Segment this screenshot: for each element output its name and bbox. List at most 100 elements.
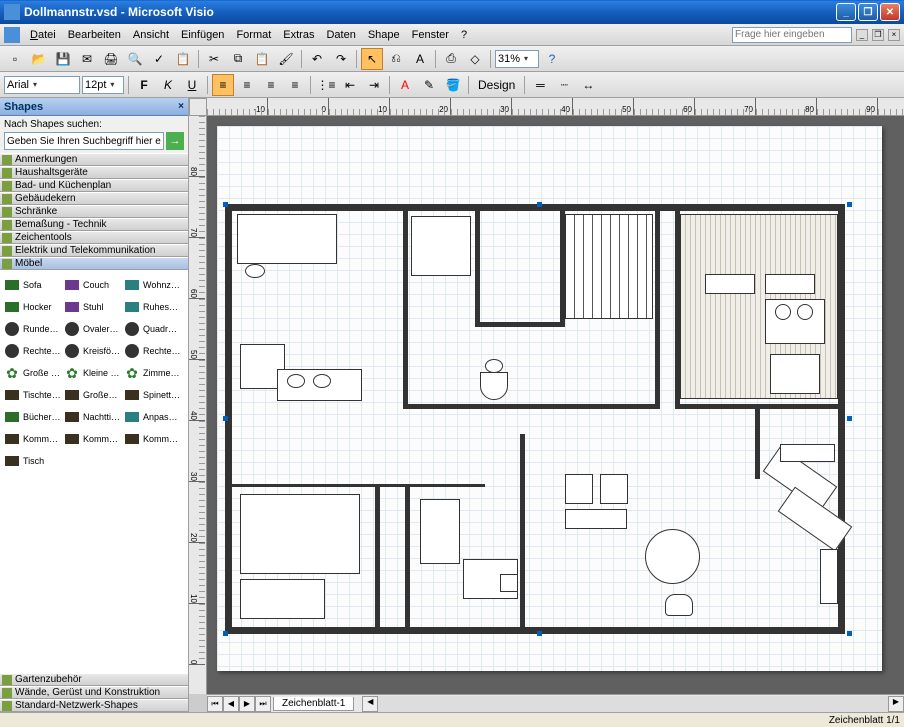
tab-first-button[interactable]: ⏮ [207,696,223,712]
menu-ansicht[interactable]: Ansicht [127,27,175,43]
bold-button[interactable]: F [133,74,155,96]
chair[interactable] [665,594,693,616]
doc-close-button[interactable]: × [888,29,900,41]
shape-item[interactable]: Kommode 2 Schubl. [62,428,122,450]
sink-bowl[interactable] [775,304,791,320]
open-button[interactable]: 📂 [28,48,50,70]
bed[interactable] [240,494,360,574]
shape-item[interactable]: Sofa [2,274,62,296]
vertical-ruler[interactable]: 80706050403020100 [189,116,207,694]
line-weight-button[interactable]: ═ [529,74,551,96]
basin[interactable] [313,374,331,388]
shapes-search-go-button[interactable]: → [166,132,184,150]
save-button[interactable]: 💾 [52,48,74,70]
round-table[interactable] [645,529,700,584]
bullets-button[interactable]: ⋮≡ [315,74,337,96]
canvas-viewport[interactable] [207,116,904,694]
shape-item[interactable]: Kommode 3 Schubl. [122,428,182,450]
stove[interactable] [770,354,820,394]
align-justify-button[interactable]: ≡ [284,74,306,96]
bathtub-area[interactable] [237,214,337,264]
tab-next-button[interactable]: ▶ [239,696,255,712]
stencil-bar[interactable]: Bemaßung - Technik [0,218,188,231]
worktop[interactable] [765,299,825,344]
fontsize-combo[interactable]: 12pt▾ [82,76,124,94]
align-left-button[interactable]: ≡ [212,74,234,96]
wall[interactable] [520,434,525,629]
toilet-base[interactable] [480,372,508,400]
dresser[interactable] [240,579,325,619]
shower[interactable] [411,216,471,276]
shape-item[interactable]: Nachttisch [62,406,122,428]
stencil-bar[interactable]: Elektrik und Telekommunikation [0,244,188,257]
coffee-table[interactable] [565,509,627,529]
stencil-bar[interactable]: Schränke [0,205,188,218]
wall[interactable] [560,404,660,409]
paste-button[interactable]: 📋 [251,48,273,70]
redo-button[interactable]: ↷ [330,48,352,70]
shapes-button[interactable]: ◇ [464,48,486,70]
new-button[interactable]: ▫ [4,48,26,70]
line-color-button[interactable]: ✎ [418,74,440,96]
stencil-bar[interactable]: Gartenzubehör [0,673,188,686]
format-painter-button[interactable]: 🖌 [275,48,297,70]
pointer-tool-button[interactable]: ↖ [361,48,383,70]
selection-handle[interactable] [223,202,228,207]
menu-datei[interactable]: Datei [24,27,62,43]
indent-dec-button[interactable]: ⇤ [339,74,361,96]
shape-item[interactable]: Wohnzim... [122,274,182,296]
menu-bearbeiten[interactable]: Bearbeiten [62,27,127,43]
shape-item[interactable]: Quadrati. Tisch [122,318,182,340]
stencil-bar[interactable]: Gebäudekern [0,192,188,205]
align-right-button[interactable]: ≡ [260,74,282,96]
stencil-bar[interactable]: Haushaltsgeräte [0,166,188,179]
wall[interactable] [410,484,485,487]
horizontal-ruler[interactable]: -100102030405060708090100 [207,98,904,116]
font-combo[interactable]: Arial▾ [4,76,80,94]
spellcheck-button[interactable]: ✓ [148,48,170,70]
italic-button[interactable]: K [157,74,179,96]
cut-button[interactable]: ✂ [203,48,225,70]
wall[interactable] [475,209,480,324]
mail-button[interactable]: ✉ [76,48,98,70]
monitor[interactable] [500,574,518,592]
shape-item[interactable]: Büchersc... [2,406,62,428]
doc-minimize-button[interactable]: _ [856,29,868,41]
scroll-left-button[interactable]: ◀ [362,696,378,712]
undo-button[interactable]: ↶ [306,48,328,70]
shapes-search-input[interactable] [4,132,164,150]
selection-handle[interactable] [223,416,228,421]
wall[interactable] [755,409,760,479]
shape-item[interactable]: Hocker [2,296,62,318]
tab-last-button[interactable]: ⏭ [255,696,271,712]
shape-item[interactable]: Anpassb. Bett [122,406,182,428]
wall[interactable] [403,209,408,409]
shape-item[interactable]: Kommode [2,428,62,450]
help-button[interactable]: ? [541,48,563,70]
shape-item[interactable]: Runder Esstisch [2,318,62,340]
selection-handle[interactable] [537,631,542,636]
shape-item[interactable]: ✿Zimmerpfl... [122,362,182,384]
sink-bowl[interactable] [797,304,813,320]
stencil-bar[interactable]: Bad- und Küchenplan [0,179,188,192]
menu-shape[interactable]: Shape [362,27,406,43]
shape-item[interactable]: Tischtenni... [2,384,62,406]
underline-button[interactable]: U [181,74,203,96]
scroll-right-button[interactable]: ▶ [888,696,904,712]
help-search-input[interactable] [732,27,852,43]
shape-item[interactable]: Couch [62,274,122,296]
stencil-mobel[interactable]: Möbel [0,257,188,270]
shapes-panel-close-button[interactable]: × [178,101,184,112]
wall[interactable] [655,209,660,409]
align-center-button[interactable]: ≡ [236,74,258,96]
drawing-page[interactable] [217,126,882,671]
page-tab[interactable]: Zeichenblatt-1 [273,697,354,711]
armchair[interactable] [565,474,593,504]
text-tool-button[interactable]: A [409,48,431,70]
cabinet[interactable] [705,274,755,294]
print-preview-button[interactable]: 🔍 [124,48,146,70]
wall[interactable] [380,484,410,487]
doc-restore-button[interactable]: ❐ [872,29,884,41]
indent-inc-button[interactable]: ⇥ [363,74,385,96]
cabinet[interactable] [765,274,815,294]
